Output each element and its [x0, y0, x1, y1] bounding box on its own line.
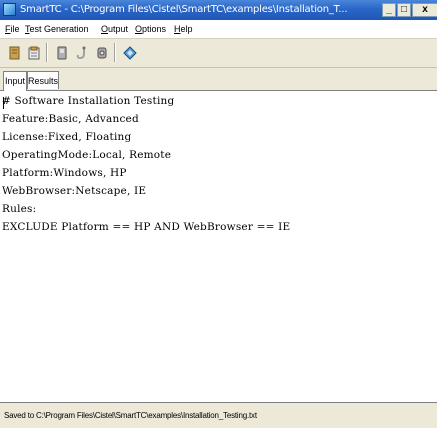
editor-line: Rules: [2, 203, 37, 215]
open-button[interactable] [24, 43, 43, 62]
status-text: Saved to C:\Program Files\Cistel\SmartTC… [4, 411, 257, 420]
maximize-icon: □ [400, 4, 408, 15]
editor-line: License:Fixed, Floating [2, 131, 132, 143]
menu-file[interactable]: File [5, 20, 20, 38]
tab-results[interactable]: Results [27, 71, 59, 89]
help-button[interactable] [120, 43, 139, 62]
window-title: SmartTC - C:\Program Files\Cistel\SmartT… [20, 4, 348, 15]
maximize-button[interactable]: □ [397, 3, 411, 17]
new-button[interactable] [5, 43, 24, 62]
diamond-icon [122, 45, 137, 60]
run-button[interactable] [72, 43, 91, 62]
app-icon [3, 3, 16, 16]
input-editor[interactable]: # Software Installation Testing Feature:… [0, 90, 437, 403]
editor-line: OperatingMode:Local, Remote [2, 149, 172, 161]
editor-line: EXCLUDE Platform == HP AND WebBrowser ==… [2, 221, 291, 233]
editor-line: WebBrowser:Netscape, IE [2, 185, 147, 197]
generate-button[interactable] [52, 43, 71, 62]
minimize-icon: _ [386, 4, 392, 15]
clipboard-icon [28, 46, 39, 59]
menu-test-generation[interactable]: Test Generation [25, 20, 89, 38]
tab-input[interactable]: Input [3, 71, 27, 91]
title-bar[interactable]: SmartTC - C:\Program Files\Cistel\SmartT… [0, 0, 437, 20]
pencil-icon [9, 46, 19, 59]
menu-help[interactable]: Help [174, 20, 193, 38]
editor-line: Platform:Windows, HP [2, 167, 127, 179]
toolbar [0, 39, 437, 68]
menu-output[interactable]: Output [101, 20, 128, 38]
status-bar: Saved to C:\Program Files\Cistel\SmartTC… [0, 403, 437, 428]
menu-bar: File Test Generation Output Options Help [0, 20, 437, 39]
editor-line: Feature:Basic, Advanced [2, 113, 139, 125]
minimize-button[interactable]: _ [382, 3, 396, 17]
book-icon [57, 46, 66, 59]
gear-icon [97, 47, 106, 58]
toolbar-separator [46, 43, 48, 62]
close-icon: x [422, 4, 428, 15]
toolbar-separator [114, 43, 116, 62]
editor-line: # Software Installation Testing [2, 95, 175, 107]
settings-button[interactable] [92, 43, 111, 62]
tab-bar: Input Results [0, 71, 437, 91]
close-button[interactable]: x [412, 3, 437, 17]
guitar-icon [76, 46, 85, 59]
app-window: SmartTC - C:\Program Files\Cistel\SmartT… [0, 0, 437, 428]
menu-options[interactable]: Options [135, 20, 166, 38]
